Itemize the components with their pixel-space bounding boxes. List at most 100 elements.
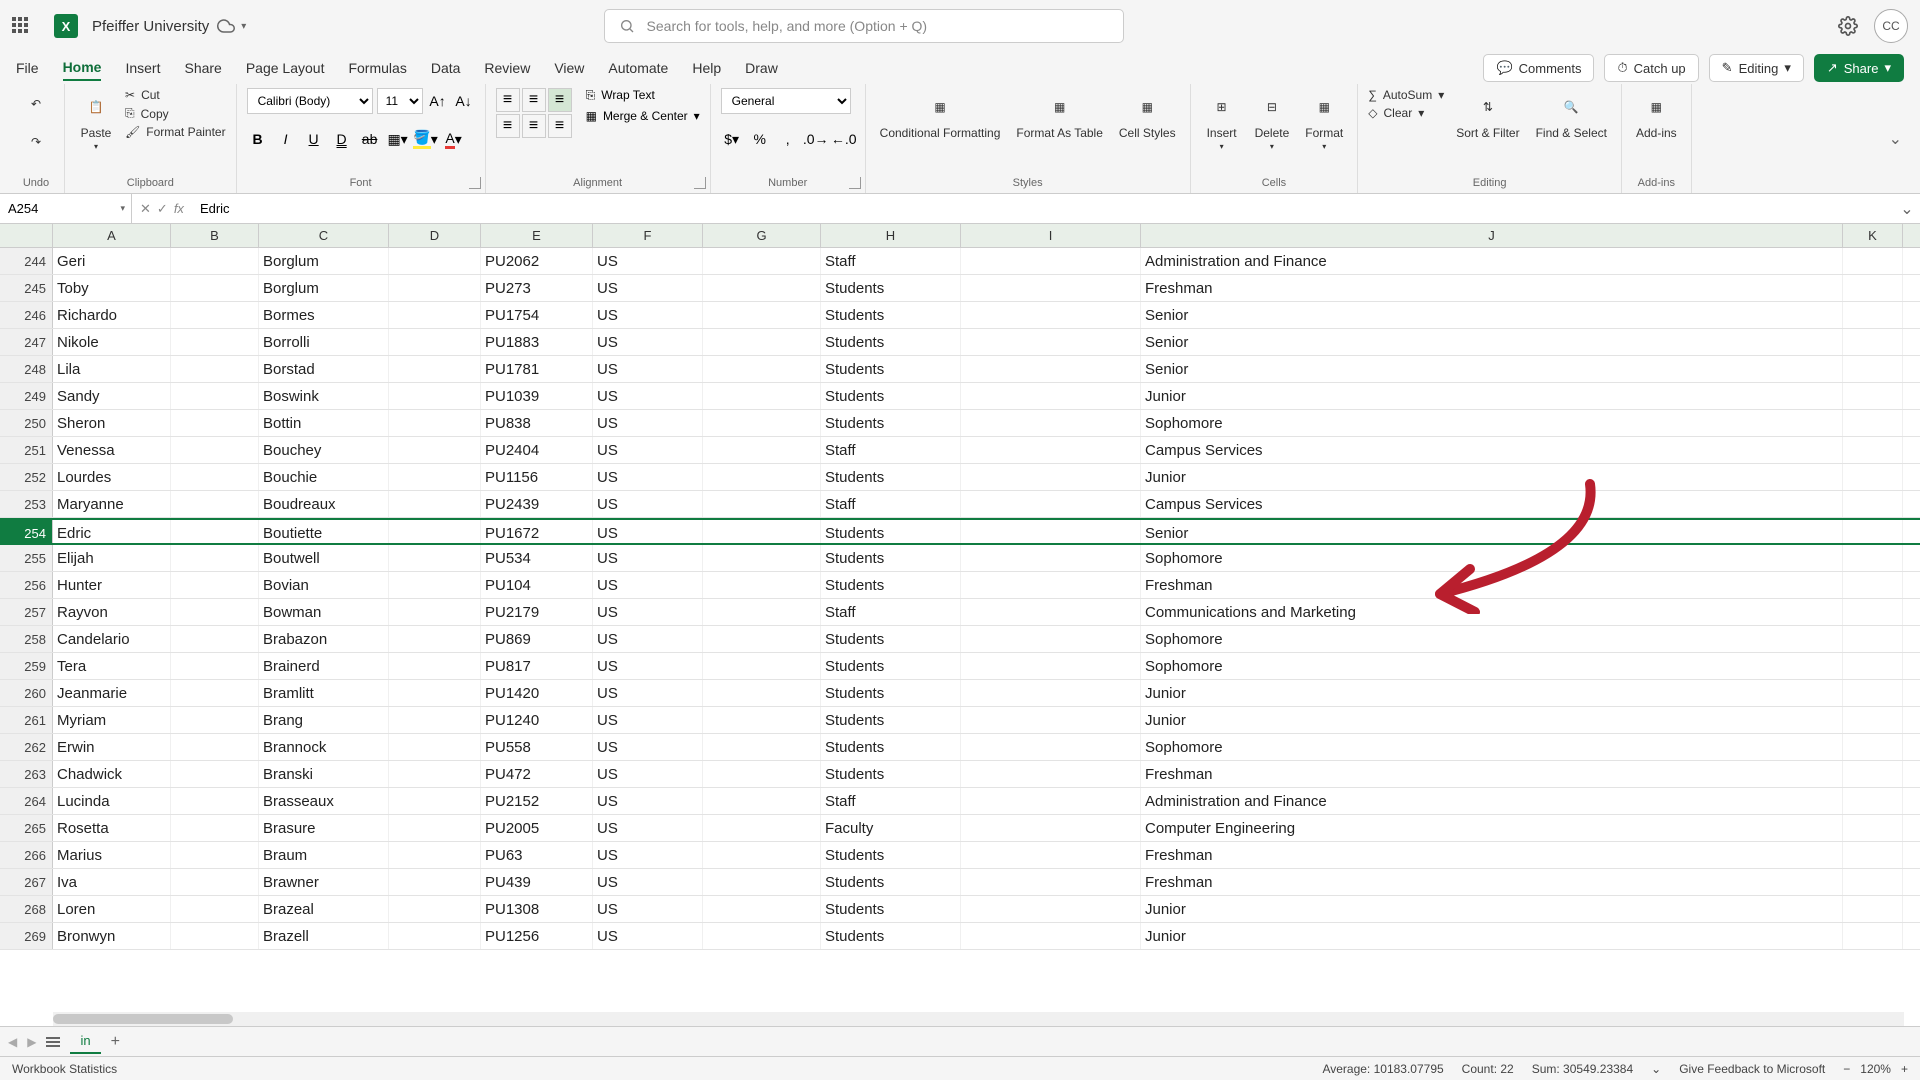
cell[interactable] [961,815,1141,841]
cell[interactable]: Students [821,896,961,922]
cell[interactable] [171,520,259,543]
cell[interactable] [703,599,821,625]
cell[interactable]: US [593,923,703,949]
fill-color-button[interactable]: 🪣▾ [415,128,437,150]
cell[interactable] [961,653,1141,679]
cell[interactable] [961,788,1141,814]
cell[interactable]: Students [821,356,961,382]
cell[interactable] [961,572,1141,598]
cell[interactable] [703,248,821,274]
cell[interactable] [703,869,821,895]
cell[interactable] [703,653,821,679]
cell[interactable]: Students [821,520,961,543]
cell[interactable] [1843,520,1903,543]
cell[interactable]: Lourdes [53,464,171,490]
cell[interactable]: Staff [821,491,961,517]
cell[interactable]: US [593,896,703,922]
cell[interactable]: Chadwick [53,761,171,787]
row-header-248[interactable]: 248 [0,356,53,382]
cell[interactable]: US [593,653,703,679]
row-header-258[interactable]: 258 [0,626,53,652]
grow-font-button[interactable]: A↑ [427,90,449,112]
col-header-K[interactable]: K [1843,224,1903,247]
accounting-format-button[interactable]: $▾ [721,128,743,150]
cell[interactable]: Sandy [53,383,171,409]
name-box[interactable]: A254 [0,194,132,223]
cell[interactable] [1843,626,1903,652]
cell[interactable] [703,896,821,922]
format-painter-button[interactable]: 🖌 Format Painter [125,125,226,139]
cell[interactable]: Computer Engineering [1141,815,1843,841]
cell[interactable]: PU1672 [481,520,593,543]
cell[interactable]: Bowman [259,599,389,625]
underline-button[interactable]: U [303,128,325,150]
cell[interactable]: Boutiette [259,520,389,543]
cell[interactable] [171,464,259,490]
cell[interactable]: US [593,437,703,463]
row-header-256[interactable]: 256 [0,572,53,598]
search-input[interactable]: Search for tools, help, and more (Option… [604,9,1124,43]
shrink-font-button[interactable]: A↓ [453,90,475,112]
cell[interactable] [703,520,821,543]
redo-button[interactable]: ↷ [18,126,54,158]
cell[interactable] [961,599,1141,625]
cell[interactable]: US [593,356,703,382]
cell[interactable] [1843,680,1903,706]
cell[interactable] [703,545,821,571]
cell[interactable] [389,410,481,436]
cell[interactable] [1843,491,1903,517]
cell[interactable] [961,383,1141,409]
cell[interactable]: US [593,761,703,787]
cell[interactable]: Rosetta [53,815,171,841]
cell[interactable]: Geri [53,248,171,274]
row-header-250[interactable]: 250 [0,410,53,436]
cell[interactable] [171,383,259,409]
cell[interactable] [961,302,1141,328]
cell[interactable]: Students [821,302,961,328]
cell[interactable] [171,761,259,787]
cell[interactable]: Boudreaux [259,491,389,517]
cell[interactable]: US [593,520,703,543]
row-header-249[interactable]: 249 [0,383,53,409]
row-header-251[interactable]: 251 [0,437,53,463]
cell[interactable]: Students [821,626,961,652]
row-header-260[interactable]: 260 [0,680,53,706]
cell[interactable]: US [593,599,703,625]
cell[interactable] [703,383,821,409]
cell[interactable]: PU439 [481,869,593,895]
cell[interactable]: Brazeal [259,896,389,922]
cell[interactable]: Faculty [821,815,961,841]
row-header-257[interactable]: 257 [0,599,53,625]
cell[interactable]: Brabazon [259,626,389,652]
cell[interactable]: PU2179 [481,599,593,625]
cell[interactable]: Junior [1141,707,1843,733]
cell[interactable]: Senior [1141,302,1843,328]
row-header-265[interactable]: 265 [0,815,53,841]
row-header-252[interactable]: 252 [0,464,53,490]
cell[interactable]: Junior [1141,680,1843,706]
cell[interactable] [961,707,1141,733]
cell[interactable]: Bormes [259,302,389,328]
cell[interactable] [961,842,1141,868]
col-header-F[interactable]: F [593,224,703,247]
insert-cells-button[interactable]: ⊞Insert▾ [1201,88,1243,153]
bold-button[interactable]: B [247,128,269,150]
cell[interactable]: PU104 [481,572,593,598]
cell[interactable]: US [593,680,703,706]
cell[interactable] [171,923,259,949]
cell[interactable]: Brannock [259,734,389,760]
enter-formula-icon[interactable]: ✓ [157,201,168,217]
cell[interactable]: PU2062 [481,248,593,274]
cell[interactable] [961,356,1141,382]
cell[interactable] [389,842,481,868]
cell[interactable] [389,815,481,841]
row-header-266[interactable]: 266 [0,842,53,868]
cell[interactable]: Sheron [53,410,171,436]
cell[interactable] [1843,572,1903,598]
cell[interactable] [1843,329,1903,355]
menu-data[interactable]: Data [431,56,461,80]
cell[interactable]: Brazell [259,923,389,949]
cell[interactable]: PU1039 [481,383,593,409]
cell[interactable] [171,815,259,841]
cell[interactable]: Students [821,275,961,301]
